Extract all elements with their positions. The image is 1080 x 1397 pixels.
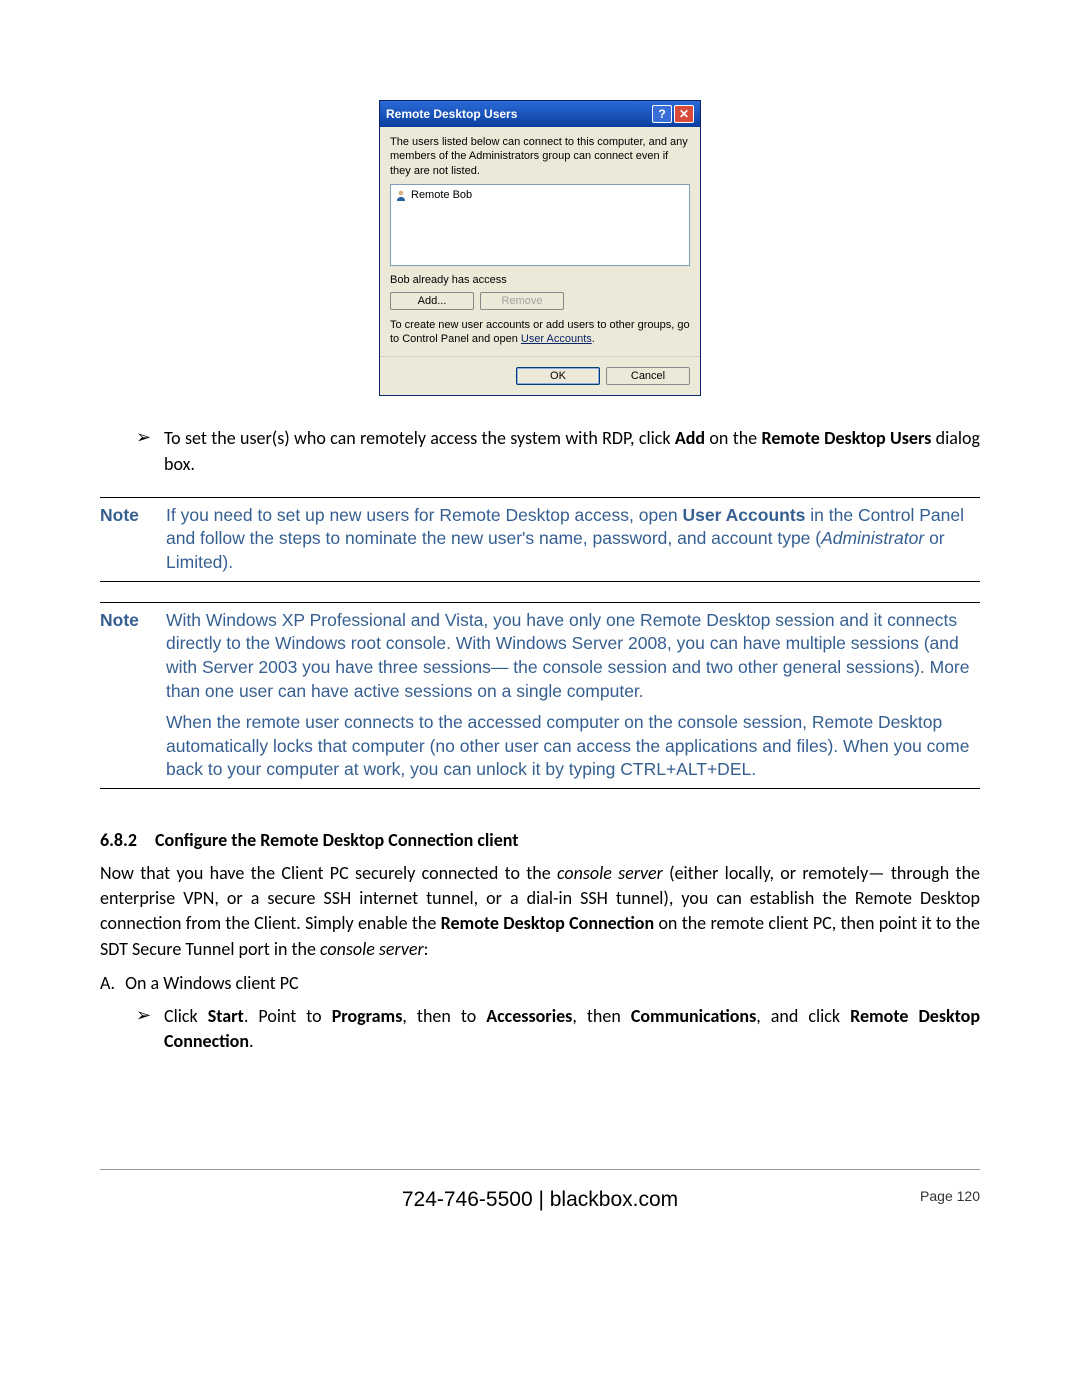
ok-button[interactable]: OK	[516, 367, 600, 385]
note-body: With Windows XP Professional and Vista, …	[166, 609, 980, 782]
access-status: Bob already has access	[390, 274, 690, 286]
list-item-label: Remote Bob	[411, 189, 472, 201]
section-heading: 6.8.2 Configure the Remote Desktop Conne…	[100, 829, 980, 851]
dialog-footnote: To create new user accounts or add users…	[390, 318, 690, 347]
note-label: Note	[100, 609, 166, 782]
remove-button: Remove	[480, 292, 564, 310]
user-accounts-link[interactable]: User Accounts	[521, 333, 592, 345]
arrow-icon: ➢	[136, 1004, 156, 1026]
ordered-item-a: A. On a Windows client PC	[100, 972, 980, 994]
cancel-button[interactable]: Cancel	[606, 367, 690, 385]
bullet-item: ➢ Click Start. Point to Programs, then t…	[136, 1004, 980, 1054]
page-footer: 724-746-5500 | blackbox.com Page 120	[100, 1169, 980, 1212]
dialog-title: Remote Desktop Users	[386, 107, 517, 121]
footer-contact: 724-746-5500 | blackbox.com	[402, 1188, 678, 1212]
arrow-icon: ➢	[136, 426, 156, 448]
close-icon[interactable]: ✕	[674, 105, 694, 123]
note-box: Note If you need to set up new users for…	[100, 497, 980, 582]
users-listbox[interactable]: Remote Bob	[390, 184, 690, 266]
note-label: Note	[100, 504, 166, 575]
dialog-description: The users listed below can connect to th…	[390, 135, 690, 178]
screenshot-dialog: Remote Desktop Users ? ✕ The users liste…	[100, 100, 980, 396]
bullet-item: ➢ To set the user(s) who can remotely ac…	[136, 426, 980, 476]
add-button[interactable]: Add...	[390, 292, 474, 310]
body-paragraph: Now that you have the Client PC securely…	[100, 861, 980, 962]
remote-desktop-users-dialog: Remote Desktop Users ? ✕ The users liste…	[379, 100, 701, 396]
heading-number: 6.8.2	[100, 829, 137, 851]
dialog-titlebar: Remote Desktop Users ? ✕	[380, 101, 700, 127]
note-body: If you need to set up new users for Remo…	[166, 504, 980, 575]
page-number: Page 120	[920, 1188, 980, 1204]
user-icon	[395, 189, 407, 201]
heading-text: Configure the Remote Desktop Connection …	[155, 829, 519, 851]
list-item[interactable]: Remote Bob	[395, 189, 685, 201]
note-box: Note With Windows XP Professional and Vi…	[100, 602, 980, 789]
help-icon[interactable]: ?	[652, 105, 672, 123]
